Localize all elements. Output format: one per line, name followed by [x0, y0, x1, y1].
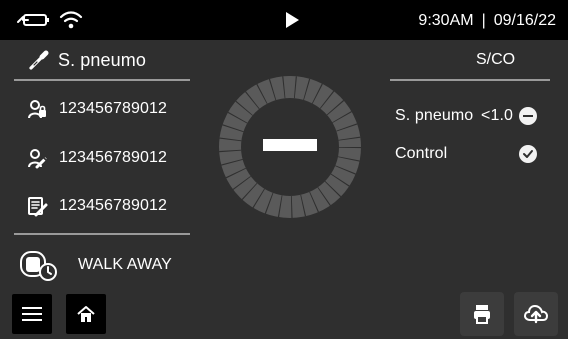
cloud-upload-icon — [523, 304, 549, 324]
home-icon — [77, 306, 95, 322]
status-bar: 9:30AM | 09/16/22 — [0, 0, 568, 40]
menu-button[interactable] — [12, 294, 52, 334]
patient-id: 123456789012 — [59, 100, 167, 117]
note-edit-icon — [26, 195, 48, 217]
minus-circle-icon — [519, 107, 537, 125]
operator-id: 123456789012 — [59, 149, 167, 166]
status-time: 9:30AM — [418, 12, 474, 29]
left-divider — [14, 79, 190, 81]
status-separator: | — [481, 12, 486, 29]
right-divider — [390, 79, 550, 81]
status-date: 09/16/22 — [493, 12, 556, 29]
assay-title: S. pneumo — [58, 50, 146, 70]
wifi-icon — [58, 10, 84, 30]
result-name-1: S. pneumo — [395, 107, 474, 124]
result-value-1: <1.0 — [481, 107, 513, 124]
battery-icon — [16, 13, 50, 27]
sco-label: S/CO — [476, 51, 516, 68]
status-datetime: 9:30AM | 09/16/22 — [418, 11, 556, 31]
negative-minus-icon — [263, 139, 317, 151]
play-icon — [284, 11, 300, 29]
sample-info-list: 123456789012 123456789012 123456789012 — [14, 88, 199, 228]
timer-device-icon — [18, 248, 58, 282]
print-button[interactable] — [460, 292, 504, 336]
lot-number: 123456789012 — [59, 197, 167, 214]
home-button[interactable] — [66, 294, 106, 334]
check-circle-icon — [519, 145, 537, 163]
menu-icon — [22, 306, 42, 322]
result-name-2: Control — [395, 145, 448, 162]
print-icon — [474, 305, 490, 324]
results-panel: S. pneumo <1.0 Control — [395, 100, 555, 170]
test-strip-icon — [28, 49, 50, 71]
user-lock-icon — [26, 98, 48, 120]
upload-button[interactable] — [514, 292, 558, 336]
left-bottom-divider — [14, 233, 190, 235]
walk-away-label: WALK AWAY — [78, 256, 172, 273]
user-edit-icon — [26, 147, 48, 169]
